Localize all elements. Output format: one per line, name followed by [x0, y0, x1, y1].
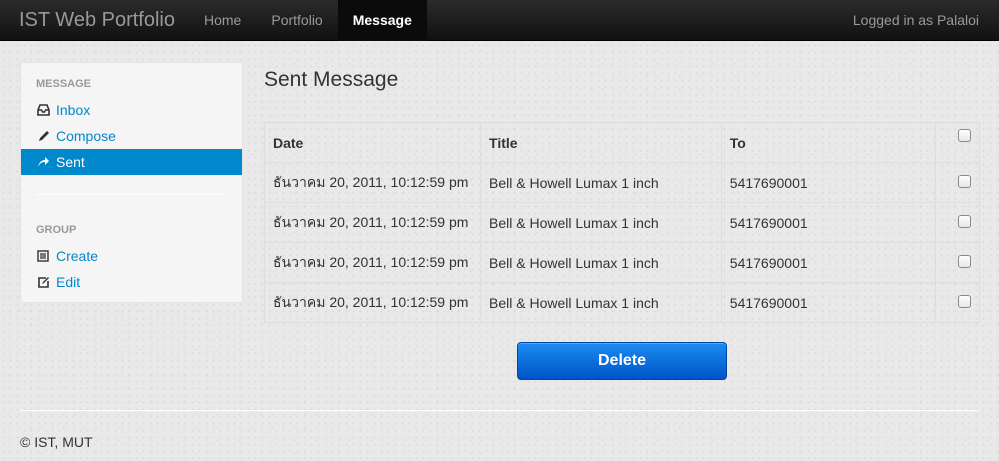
cell-title: Bell & Howell Lumax 1 inch	[480, 162, 722, 203]
page-title: Sent Message	[264, 68, 399, 91]
sidebar: MESSAGE Inbox Compose Sent GROUP Create …	[20, 62, 243, 303]
footer-divider	[20, 410, 980, 411]
select-all-checkbox[interactable]	[957, 128, 971, 142]
edit-icon	[36, 275, 50, 289]
sidebar-item-label: Sent	[56, 154, 85, 170]
pencil-icon	[36, 129, 50, 143]
sidebar-item-edit[interactable]: Edit	[21, 269, 242, 295]
table-row[interactable]: ธันวาคม 20, 2011, 10:12:59 pm Bell & How…	[263, 242, 981, 283]
sidebar-item-label: Edit	[56, 274, 81, 290]
cell-date: ธันวาคม 20, 2011, 10:12:59 pm	[263, 162, 482, 203]
brand-title[interactable]: IST Web Portfolio	[19, 0, 175, 41]
nav-home[interactable]: Home	[189, 0, 256, 41]
cell-date: ธันวาคม 20, 2011, 10:12:59 pm	[263, 282, 482, 323]
sidebar-item-label: Compose	[56, 128, 116, 144]
table-header-row: Date Title To	[263, 122, 981, 163]
delete-button[interactable]: Delete	[517, 342, 727, 380]
footer-copyright: © IST, MUT	[20, 434, 93, 450]
row-checkbox[interactable]	[957, 254, 971, 268]
cell-title: Bell & Howell Lumax 1 inch	[480, 242, 722, 283]
logged-in-text: Logged in as Palaloi	[852, 12, 979, 28]
cell-title: Bell & Howell Lumax 1 inch	[480, 282, 722, 323]
row-checkbox[interactable]	[957, 174, 971, 188]
sidebar-item-label: Inbox	[56, 102, 91, 118]
cell-to: 5417690001	[720, 282, 936, 323]
sidebar-header-group: GROUP	[36, 224, 77, 236]
cell-to: 5417690001	[720, 202, 936, 243]
main-nav: Home Portfolio Message	[189, 0, 427, 41]
list-icon	[36, 249, 50, 263]
table-row[interactable]: ธันวาคม 20, 2011, 10:12:59 pm Bell & How…	[263, 282, 981, 323]
cell-to: 5417690001	[720, 162, 936, 203]
sent-messages-table: Date Title To ธันวาคม 20, 2011, 10:12:59…	[263, 122, 981, 323]
top-navbar: IST Web Portfolio Home Portfolio Message…	[0, 0, 999, 41]
column-header-title: Title	[480, 122, 722, 163]
cell-to: 5417690001	[720, 242, 936, 283]
sidebar-header-message: MESSAGE	[36, 78, 92, 90]
table-row[interactable]: ธันวาคม 20, 2011, 10:12:59 pm Bell & How…	[263, 202, 981, 243]
sidebar-item-label: Create	[56, 248, 99, 264]
cell-date: ธันวาคม 20, 2011, 10:12:59 pm	[263, 242, 482, 283]
row-checkbox[interactable]	[957, 214, 971, 228]
table-row[interactable]: ธันวาคม 20, 2011, 10:12:59 pm Bell & How…	[263, 162, 981, 203]
cell-title: Bell & Howell Lumax 1 inch	[480, 202, 722, 243]
inbox-icon	[36, 103, 50, 117]
nav-message[interactable]: Message	[337, 0, 427, 41]
column-header-to: To	[720, 122, 936, 163]
row-checkbox[interactable]	[957, 294, 971, 308]
sidebar-divider	[36, 194, 227, 195]
cell-date: ธันวาคม 20, 2011, 10:12:59 pm	[263, 202, 482, 243]
share-arrow-icon	[36, 155, 50, 169]
sidebar-item-create[interactable]: Create	[21, 243, 242, 269]
sidebar-item-sent[interactable]: Sent	[21, 149, 242, 175]
nav-portfolio[interactable]: Portfolio	[256, 0, 337, 41]
sidebar-item-inbox[interactable]: Inbox	[21, 97, 242, 123]
column-header-date: Date	[263, 122, 482, 163]
sidebar-item-compose[interactable]: Compose	[21, 123, 242, 149]
